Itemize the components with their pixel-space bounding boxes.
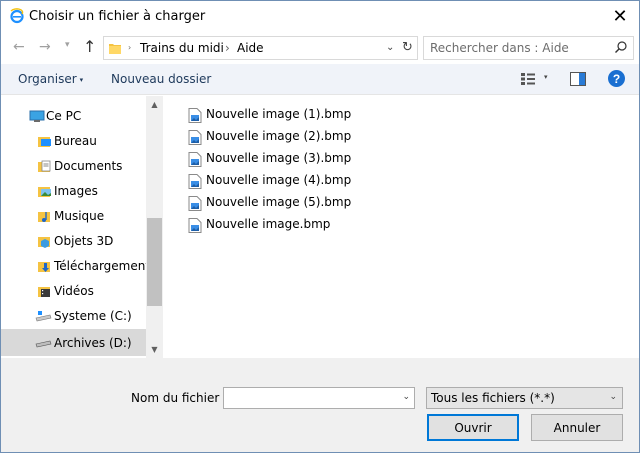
sidebar-item-objets-3d[interactable]: Objets 3D xyxy=(1,229,146,254)
dialog-title: Choisir un fichier à charger xyxy=(29,9,206,24)
desktop-folder-icon xyxy=(38,137,51,147)
file-name: Nouvelle image (3).bmp xyxy=(206,151,352,165)
organise-button[interactable]: Organiser ▾ xyxy=(18,72,83,86)
sidebar-item-archives-d[interactable]: Archives (D:) xyxy=(1,329,146,356)
documents-folder-icon xyxy=(38,160,51,172)
music-folder-icon xyxy=(38,212,50,222)
filename-field[interactable]: ⌄ xyxy=(223,387,415,409)
pictures-folder-icon xyxy=(38,187,51,197)
computer-icon xyxy=(29,110,45,122)
new-folder-button[interactable]: Nouveau dossier xyxy=(111,72,211,86)
bitmap-file-icon xyxy=(188,152,202,167)
3d-objects-folder-icon xyxy=(38,237,50,248)
system-drive-icon xyxy=(35,311,52,322)
sidebar-item-images[interactable]: Images xyxy=(1,179,146,204)
sidebar-item-label: Objets 3D xyxy=(54,234,114,248)
internet-explorer-icon xyxy=(10,8,24,24)
sidebar-item-label: Vidéos xyxy=(54,284,94,298)
file-name: Nouvelle image (2).bmp xyxy=(206,129,352,143)
title-bar: Choisir un fichier à charger ✕ xyxy=(1,1,639,32)
breadcrumb-item[interactable]: Trains du midi xyxy=(140,41,224,55)
close-button[interactable]: ✕ xyxy=(609,5,631,27)
bitmap-file-icon xyxy=(188,218,202,233)
file-type-value: Tous les fichiers (*.*) xyxy=(431,391,555,405)
file-open-dialog: Choisir un fichier à charger ✕ ← → ▾ ↑ ›… xyxy=(0,0,640,453)
filename-label: Nom du fichier : xyxy=(131,391,228,405)
bitmap-file-icon xyxy=(188,174,202,189)
preview-pane-icon[interactable] xyxy=(570,72,586,86)
sidebar-item-label: Musique xyxy=(54,209,105,223)
refresh-icon[interactable]: ↻ xyxy=(402,40,413,55)
navigation-scrollbar[interactable]: ▲ ▼ xyxy=(146,96,163,358)
address-dropdown-chevron-icon[interactable]: ⌄ xyxy=(386,42,394,53)
sidebar-item-label: Bureau xyxy=(54,134,97,148)
forward-arrow-icon[interactable]: → xyxy=(39,39,51,55)
sidebar-item-label: Documents xyxy=(54,159,123,173)
sidebar-item-label: Systeme (C:) xyxy=(54,309,132,323)
cancel-button[interactable]: Annuler xyxy=(531,414,623,441)
address-bar[interactable]: › Trains du midi › Aide ⌄ ↻ xyxy=(103,36,418,60)
sidebar-item-systeme-c[interactable]: Systeme (C:) xyxy=(1,304,146,329)
breadcrumb-separator-icon: › xyxy=(128,43,132,52)
scrollbar-thumb[interactable] xyxy=(147,218,162,306)
sidebar-item-telechargements[interactable]: Téléchargements xyxy=(1,254,156,279)
drive-icon xyxy=(35,340,52,348)
scroll-down-icon[interactable]: ▼ xyxy=(146,341,163,358)
sidebar-item-documents[interactable]: Documents xyxy=(1,154,146,179)
scroll-up-icon[interactable]: ▲ xyxy=(146,96,163,113)
sidebar-item-label: Téléchargements xyxy=(54,259,157,273)
command-bar: Organiser ▾ Nouveau dossier ▾ ? xyxy=(1,64,639,95)
recent-locations-chevron-icon[interactable]: ▾ xyxy=(65,40,70,50)
chevron-down-icon[interactable]: ⌄ xyxy=(402,392,410,402)
organise-label: Organiser xyxy=(18,72,77,86)
file-name: Nouvelle image (5).bmp xyxy=(206,195,352,209)
sidebar-item-label: Images xyxy=(54,184,98,198)
up-arrow-icon[interactable]: ↑ xyxy=(83,37,96,56)
chevron-down-icon: ▾ xyxy=(79,75,84,84)
sidebar-item-label: Ce PC xyxy=(46,109,82,123)
file-list: Nouvelle image (1).bmp Nouvelle image (2… xyxy=(164,96,639,358)
sidebar-item-bureau[interactable]: Bureau xyxy=(1,129,146,154)
file-name: Nouvelle image.bmp xyxy=(206,217,331,231)
view-options-chevron-icon[interactable]: ▾ xyxy=(544,73,548,81)
dialog-footer: Nom du fichier : ⌄ Tous les fichiers (*.… xyxy=(1,358,639,452)
chevron-down-icon: ⌄ xyxy=(609,392,617,402)
videos-folder-icon xyxy=(38,287,50,297)
bitmap-file-icon xyxy=(188,196,202,211)
breadcrumb-separator-icon: › xyxy=(225,41,230,55)
sidebar-item-ce-pc[interactable]: Ce PC xyxy=(1,104,146,129)
bitmap-file-icon xyxy=(188,130,202,145)
folder-icon xyxy=(109,44,121,54)
breadcrumb-item[interactable]: Aide xyxy=(237,41,264,55)
sidebar-item-musique[interactable]: Musique xyxy=(1,204,146,229)
close-icon: ✕ xyxy=(612,5,628,27)
sidebar-item-label: Archives (D:) xyxy=(54,336,132,350)
navigation-pane: Ce PC Bureau Documents Images Musique Ob… xyxy=(1,96,163,358)
search-input[interactable]: Rechercher dans : Aide xyxy=(423,36,634,60)
search-icon xyxy=(615,41,627,53)
open-button[interactable]: Ouvrir xyxy=(427,414,519,441)
file-type-select[interactable]: Tous les fichiers (*.*) ⌄ xyxy=(426,387,623,409)
back-arrow-icon[interactable]: ← xyxy=(13,39,25,55)
file-name: Nouvelle image (1).bmp xyxy=(206,107,352,121)
search-placeholder: Rechercher dans : Aide xyxy=(430,41,569,55)
downloads-folder-icon xyxy=(38,262,50,272)
bitmap-file-icon xyxy=(188,108,202,123)
navigation-bar: ← → ▾ ↑ › Trains du midi › Aide ⌄ ↻ Rech… xyxy=(1,32,639,64)
sidebar-item-videos[interactable]: Vidéos xyxy=(1,279,146,304)
help-icon[interactable]: ? xyxy=(608,70,625,87)
file-name: Nouvelle image (4).bmp xyxy=(206,173,352,187)
change-view-icon[interactable] xyxy=(520,72,536,86)
